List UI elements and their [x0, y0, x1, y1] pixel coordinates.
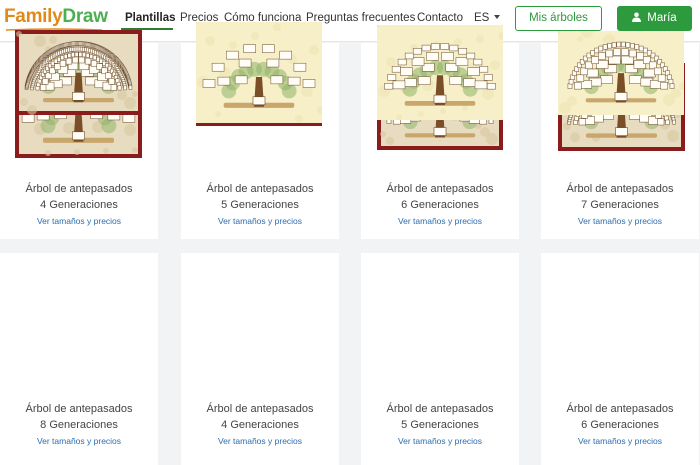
template-thumbnail-image[interactable] [15, 30, 142, 115]
template-generations: 4 Generaciones [40, 199, 118, 211]
template-generations: 7 Generaciones [581, 199, 659, 211]
template-generations: 5 Generaciones [221, 199, 299, 211]
sizes-prices-link[interactable]: Ver tamaños y precios [0, 216, 158, 226]
nav-contacto[interactable]: Contacto [417, 12, 463, 24]
template-title: Árbol de antepasados [566, 183, 674, 195]
sizes-prices-link[interactable]: Ver tamaños y precios [361, 216, 519, 226]
nav-preguntas-frecuentes[interactable]: Preguntas frecuentes [306, 12, 415, 24]
language-label: ES [474, 12, 490, 24]
template-card[interactable]: Árbol de antepasados 4 Generaciones Ver ta… [181, 22, 339, 465]
language-selector[interactable]: ES [474, 12, 501, 24]
template-title: Árbol de antepasados [386, 403, 494, 415]
template-title: Árbol de antepasados [566, 403, 674, 415]
logo-text-draw: Draw [62, 6, 108, 27]
template-title: Árbol de antepasados [206, 403, 314, 415]
template-thumbnail-image[interactable] [377, 25, 503, 120]
chevron-down-icon [494, 15, 501, 19]
sizes-prices-link[interactable]: Ver tamaños y precios [181, 436, 339, 446]
my-trees-button[interactable]: Mis árboles [515, 6, 602, 31]
user-name: María [647, 12, 677, 24]
template-card[interactable]: Árbol de antepasados 8 Generaciones Ver ta… [0, 30, 158, 465]
logo[interactable]: FamilyDraw [4, 6, 108, 28]
template-generations: 8 Generaciones [40, 419, 118, 431]
user-button[interactable]: María [617, 6, 692, 31]
template-card[interactable]: Árbol de antepasados 5 Generaciones Ver ta… [361, 25, 519, 465]
template-card[interactable]: Árbol de antepasados 6 Generaciones Ver ta… [541, 31, 699, 465]
sizes-prices-link[interactable]: Ver tamaños y precios [361, 436, 519, 446]
template-thumbnail-image[interactable] [196, 22, 322, 123]
sizes-prices-link[interactable]: Ver tamaños y precios [0, 436, 158, 446]
template-thumbnail-image[interactable] [558, 31, 684, 115]
template-title: Árbol de antepasados [25, 403, 133, 415]
sizes-prices-link[interactable]: Ver tamaños y precios [181, 216, 339, 226]
template-generations: 5 Generaciones [401, 419, 479, 431]
template-title: Árbol de antepasados [206, 183, 314, 195]
template-title: Árbol de antepasados [386, 183, 494, 195]
nav-plantillas[interactable]: Plantillas [125, 12, 176, 24]
template-generations: 4 Generaciones [221, 419, 299, 431]
template-title: Árbol de antepasados [25, 183, 133, 195]
sizes-prices-link[interactable]: Ver tamaños y precios [541, 436, 699, 446]
template-generations: 6 Generaciones [401, 199, 479, 211]
template-generations: 6 Generaciones [581, 419, 659, 431]
sizes-prices-link[interactable]: Ver tamaños y precios [541, 216, 699, 226]
logo-text-family: Family [4, 6, 63, 27]
user-icon [632, 12, 642, 22]
